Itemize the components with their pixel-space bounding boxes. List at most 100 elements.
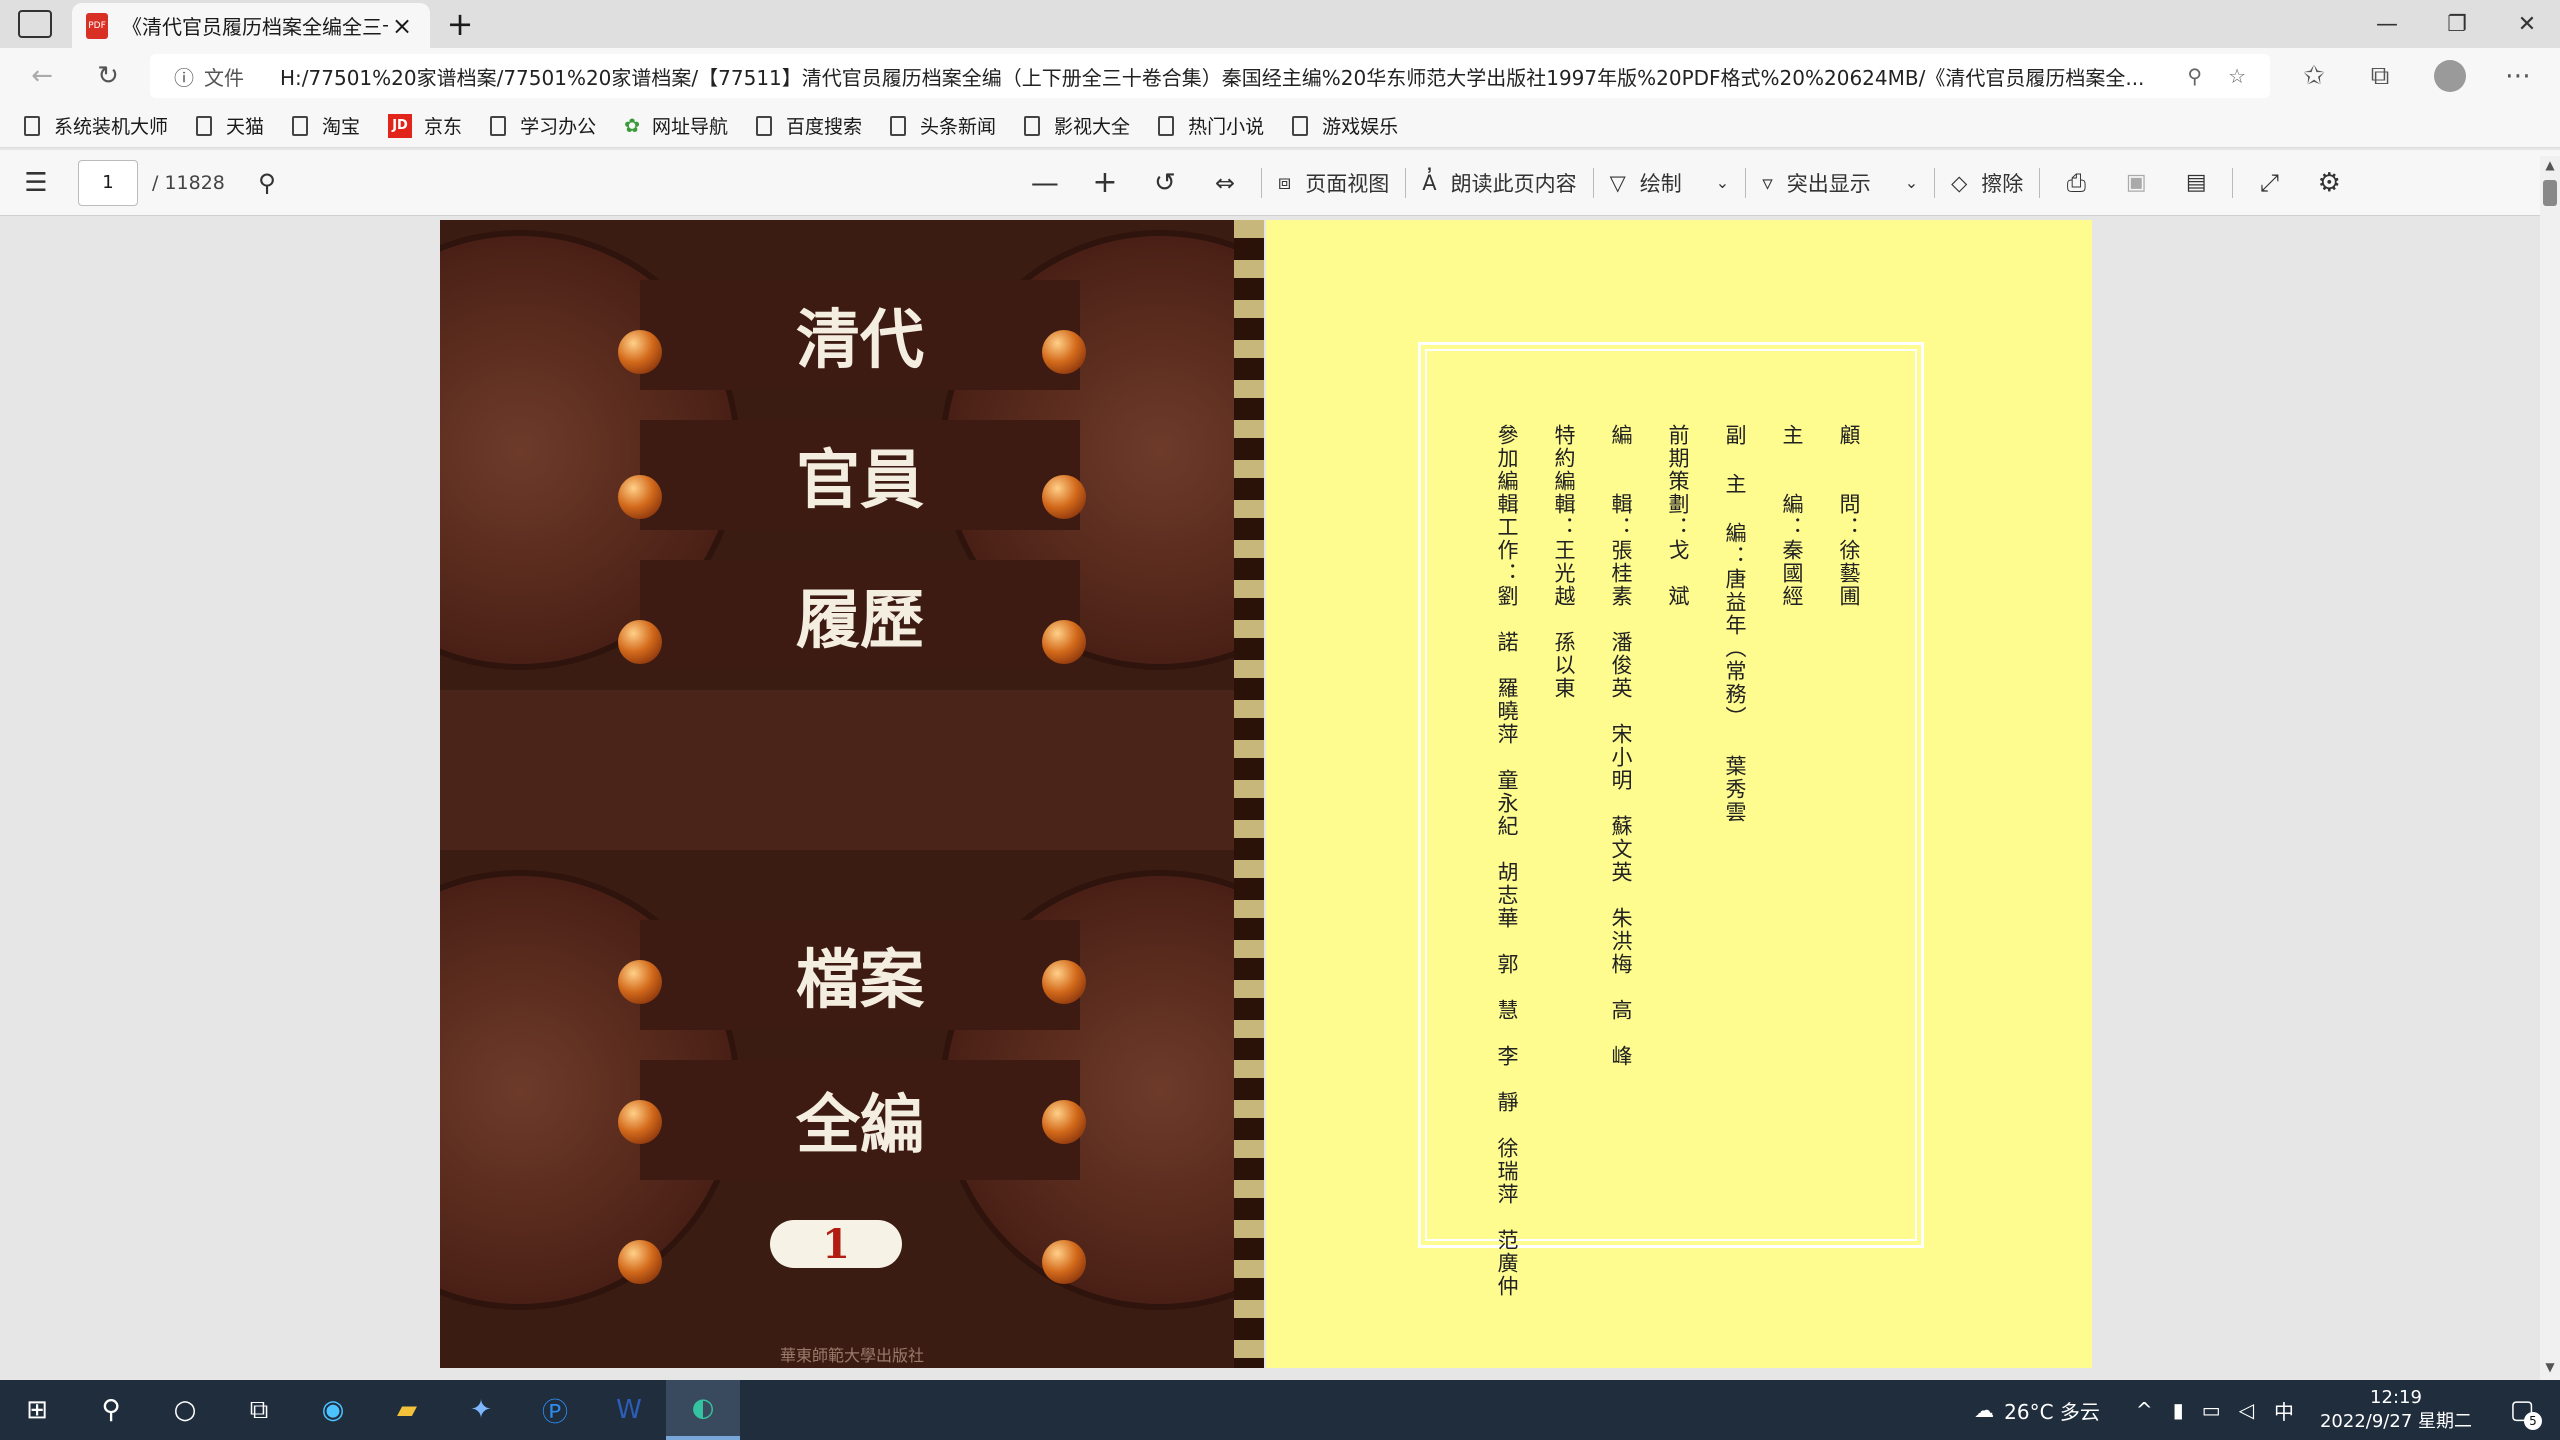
scrollbar-thumb[interactable] [2543, 180, 2557, 206]
bead-ornament [1042, 1100, 1086, 1144]
rotate-icon[interactable]: ↺ [1145, 163, 1185, 203]
bead-ornament [1042, 960, 1086, 1004]
info-icon[interactable]: ⓘ [174, 62, 194, 91]
zoom-out-icon[interactable]: — [1025, 163, 1065, 203]
profile-avatar[interactable] [2434, 60, 2466, 92]
edge-app-icon[interactable]: ◐ [666, 1380, 740, 1440]
bookmark-label: 学习办公 [520, 116, 597, 138]
clock[interactable]: 12:19 2022/9/27 星期二 [2320, 1386, 2472, 1434]
bookmark-item[interactable]: 学习办公 [490, 112, 596, 139]
page-icon [24, 115, 40, 136]
favorites-icon[interactable]: ✩ [2292, 56, 2336, 96]
contents-list-icon[interactable]: ☰ [18, 163, 54, 203]
new-tab-button[interactable]: + [440, 4, 480, 44]
eraser-icon: ◇ [1951, 170, 1968, 195]
task-view-icon[interactable]: ⧉ [222, 1380, 296, 1440]
tray-expand-icon[interactable]: ^ [2136, 1398, 2153, 1422]
bookmark-label: 网址导航 [652, 116, 729, 138]
word-app-icon[interactable]: W [592, 1380, 666, 1440]
ime-indicator[interactable]: 中 [2274, 1396, 2294, 1425]
back-icon[interactable]: ← [20, 56, 64, 96]
highlight-button[interactable]: ▿ 突出显示 ⌄ [1762, 163, 1918, 203]
url-field[interactable]: ⓘ 文件 H:/77501%20家谱档案/77501%20家谱档案/【77511… [150, 54, 2270, 98]
network-icon[interactable]: ▭ [2202, 1398, 2221, 1422]
media-app-icon[interactable]: ✦ [444, 1380, 518, 1440]
volume-icon[interactable]: ◁ [2239, 1398, 2254, 1422]
page-icon [196, 115, 213, 136]
fullscreen-icon[interactable]: ⤢ [2249, 163, 2289, 203]
restore-button[interactable]: ❐ [2422, 0, 2492, 48]
notification-center-icon[interactable]: ▢ 5 [2502, 1390, 2542, 1430]
cortana-icon[interactable]: ○ [148, 1380, 222, 1440]
close-window-button[interactable]: ✕ [2492, 0, 2560, 48]
cover-title-line-3: 履歷 [640, 560, 1080, 670]
chevron-down-icon[interactable]: ⌄ [1905, 173, 1918, 192]
browser-tab[interactable]: PDF 《清代官员履历档案全编全三十 × [72, 3, 430, 48]
favorite-star-icon[interactable]: ☆ [2228, 64, 2246, 88]
print-icon[interactable]: ⎙ [2056, 163, 2096, 203]
browser-app-icon[interactable]: ◉ [296, 1380, 370, 1440]
bookmark-item[interactable]: 淘宝 [292, 112, 360, 139]
scroll-down-arrow-icon[interactable]: ▼ [2540, 1360, 2560, 1376]
credits-column: 參加編輯工作：劉 諾 羅曉萍 童永紀 胡志華 郭 慧 李 靜 徐瑞萍 范廣仲 [1495, 424, 1519, 1298]
bookmark-item[interactable]: ✿ 网址导航 [624, 112, 728, 139]
bookmark-item[interactable]: JD 京东 [388, 112, 462, 139]
toolbar-divider [2039, 167, 2041, 198]
search-icon[interactable]: ⚲ [247, 163, 287, 203]
weather-icon[interactable]: ☁ [1974, 1398, 1994, 1422]
read-aloud-button[interactable]: A̓ 朗读此页内容 [1422, 163, 1576, 203]
bookmark-label: 淘宝 [322, 116, 361, 138]
refresh-icon[interactable]: ↻ [86, 56, 130, 96]
bead-ornament [618, 1240, 662, 1284]
save-as-icon[interactable]: ▤ [2176, 163, 2216, 203]
collections-icon[interactable]: ⧉ [2358, 56, 2402, 96]
bookmark-item[interactable]: 热门小说 [1158, 112, 1264, 139]
bookmark-item[interactable]: 头条新闻 [890, 112, 996, 139]
vertical-scrollbar[interactable] [2540, 156, 2560, 1380]
highlight-icon: ▿ [1762, 170, 1773, 195]
search-icon[interactable]: ⚲ [74, 1380, 148, 1440]
bookmark-label: 系统装机大师 [54, 116, 169, 138]
weather-text[interactable]: 26°C 多云 [2004, 1396, 2100, 1425]
usb-icon[interactable]: ▮ [2173, 1398, 2184, 1422]
bookmark-item[interactable]: 百度搜索 [756, 112, 862, 139]
draw-button[interactable]: ▽ 绘制 ⌄ [1610, 163, 1730, 203]
erase-button[interactable]: ◇ 擦除 [1951, 163, 2023, 203]
draw-label: 绘制 [1639, 171, 1682, 196]
book-cover-page: 清代 官員 履歷 檔案 全編 1 華東師範大學出版社 [440, 220, 1264, 1368]
save-icon[interactable]: ▣ [2116, 163, 2156, 203]
publisher-label: 華東師範大學出版社 [779, 1346, 924, 1365]
close-tab-icon[interactable]: × [388, 12, 416, 40]
toolbar-divider [1260, 167, 1262, 198]
page-number-input[interactable]: 1 [78, 159, 138, 206]
chevron-down-icon[interactable]: ⌄ [1716, 173, 1729, 192]
url-text[interactable]: H:/77501%20家谱档案/77501%20家谱档案/【77511】清代官员… [280, 62, 2167, 91]
url-scheme-label: 文件 [204, 65, 244, 90]
bookmark-item[interactable]: 系统装机大师 [24, 112, 168, 139]
pdf-icon: PDF [86, 12, 108, 39]
page-view-button[interactable]: ⧈ 页面视图 [1278, 163, 1389, 203]
bead-ornament [618, 475, 662, 519]
bead-ornament [618, 1100, 662, 1144]
more-menu-icon[interactable]: ⋯ [2496, 56, 2540, 96]
tab-actions-icon[interactable] [18, 10, 52, 38]
settings-gear-icon[interactable]: ⚙ [2309, 163, 2349, 203]
credits-column: 主 編：秦國經 [1780, 424, 1804, 608]
zoom-icon[interactable]: ⚲ [2187, 64, 2202, 88]
book-spine-edge [1234, 220, 1264, 1368]
scroll-up-arrow-icon[interactable]: ▲ [2540, 158, 2560, 174]
file-explorer-icon[interactable]: ▰ [370, 1380, 444, 1440]
read-aloud-icon: A̓ [1422, 170, 1437, 195]
tab-title: 《清代官员履历档案全编全三十 [122, 15, 388, 39]
cover-title-line-2: 官員 [640, 420, 1080, 530]
bookmark-item[interactable]: 游戏娱乐 [1292, 112, 1398, 139]
cover-middle-panel [440, 690, 1264, 850]
fit-page-icon[interactable]: ⇔ [1205, 163, 1245, 203]
windows-start-icon[interactable]: ⊞ [0, 1380, 74, 1440]
zoom-in-icon[interactable]: + [1085, 163, 1125, 203]
bookmark-item[interactable]: 天猫 [196, 112, 264, 139]
bookmark-label: 百度搜索 [786, 116, 863, 138]
reader-app-icon[interactable]: Ⓟ [518, 1380, 592, 1440]
minimize-button[interactable]: — [2352, 0, 2422, 48]
bookmark-item[interactable]: 影视大全 [1024, 112, 1130, 139]
